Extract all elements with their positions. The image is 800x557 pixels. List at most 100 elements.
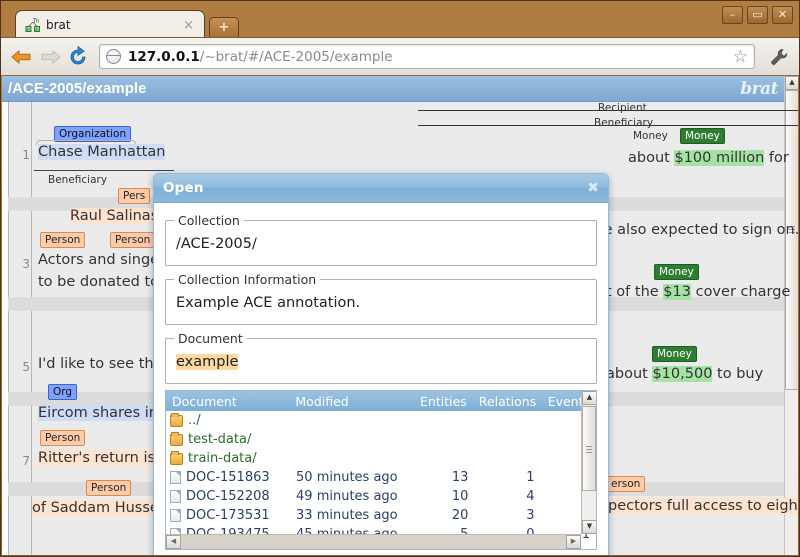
wrench-menu-icon[interactable] [767, 45, 791, 69]
prefix-text: about [606, 366, 648, 382]
cell-document: DOC-151863 [186, 470, 270, 485]
dialog-body: Collection /ACE-2005/ Collection Informa… [154, 203, 608, 550]
table-body: ../ test-data/ train-data/ DOC-151863 50… [166, 411, 596, 544]
url-bar[interactable]: 127.0.0.1/~brat/#/ACE-2005/example ☆ [99, 44, 755, 69]
tab-title: brat [46, 18, 71, 32]
suffix-text: for [768, 150, 789, 166]
arc-label-beneficiary[interactable]: Beneficiary [594, 117, 653, 129]
table-row[interactable]: ../ [166, 411, 596, 430]
column-header-modified[interactable]: Modified [289, 394, 412, 409]
table-scroll-up-button[interactable]: ▲ [582, 391, 596, 405]
collection-legend: Collection [178, 213, 240, 228]
column-header-document[interactable]: Document [166, 394, 289, 409]
table-row[interactable]: DOC-173531 33 minutes ago 20 3 4 [166, 506, 596, 525]
document-table[interactable]: Document Modified Entities Relations Eve… [165, 390, 597, 550]
browser-window: – ▭ ✕ Th n e brat × + 127.0.0.1/~brat/#/… [0, 0, 800, 557]
url-path: /~brat/#/ACE-2005/example [199, 48, 393, 65]
arc-label-money[interactable]: Money [633, 130, 668, 142]
collection-information-fieldset: Collection Information Example ACE annot… [165, 272, 597, 325]
table-scroll-left-button[interactable]: ◀ [166, 535, 181, 549]
entity-label-money[interactable]: Money [654, 264, 699, 280]
sentence-text: Eircom shares in t [38, 405, 169, 421]
sentence-text: Raul Salinas [70, 208, 159, 224]
table-scroll-right-button[interactable]: ▶ [566, 535, 581, 549]
page-scrollbar[interactable]: ▲ [784, 76, 798, 555]
entity-label-org[interactable]: Org [48, 384, 78, 400]
file-icon [170, 509, 181, 522]
tab-brat[interactable]: Th n e brat × [15, 10, 205, 39]
cell-modified: 33 minutes ago [296, 508, 398, 523]
url-text: 127.0.0.1/~brat/#/ACE-2005/example [128, 49, 393, 65]
dialog-title: Open [163, 180, 204, 196]
suffix-text: cover charge [695, 284, 791, 300]
open-dialog: Open ✖ Collection /ACE-2005/ Collection … [153, 173, 609, 555]
page-scroll-up-button[interactable]: ▲ [785, 76, 798, 90]
entity-label-person[interactable]: Person [110, 232, 156, 248]
cell-relations: 4 [526, 489, 535, 504]
reload-icon[interactable] [65, 44, 91, 70]
folder-icon [170, 451, 183, 465]
brat-logo: brat [740, 78, 778, 99]
collection-information-value: Example ACE annotation. [176, 295, 361, 311]
table-scroll-down-button[interactable]: ▼ [582, 520, 596, 534]
cell-modified: 50 minutes ago [296, 470, 398, 485]
table-vertical-scrollbar[interactable]: ▲ ▼ [581, 391, 596, 534]
money-span: $100 million [674, 150, 765, 166]
collection-fieldset: Collection /ACE-2005/ [165, 213, 597, 266]
sentence-text: about $100 million for [628, 150, 789, 166]
navigation-bar: 127.0.0.1/~brat/#/ACE-2005/example ☆ [1, 37, 799, 76]
table-header-row: Document Modified Entities Relations Eve… [166, 391, 596, 411]
entity-label-money[interactable]: Money [680, 128, 725, 144]
sentence-text: to be donated to s [38, 274, 172, 290]
document-value: example [174, 350, 588, 376]
table-row[interactable]: test-data/ [166, 430, 596, 449]
table-row[interactable]: DOC-152208 49 minutes ago 10 4 2 [166, 487, 596, 506]
cell-modified: 49 minutes ago [296, 489, 398, 504]
cell-document: train-data/ [188, 451, 257, 466]
row-number: 1 [22, 148, 30, 162]
entity-label-person[interactable]: Person [40, 232, 86, 248]
table-scroll-grip-icon [586, 446, 592, 455]
entity-label-person[interactable]: Person [40, 430, 86, 446]
arc-label-beneficiary[interactable]: Beneficiary [48, 174, 107, 186]
entity-label-money[interactable]: Money [652, 346, 697, 362]
cell-entities: 10 [451, 489, 469, 504]
entity-label-person[interactable]: Pers [118, 188, 151, 204]
table-row[interactable]: train-data/ [166, 449, 596, 468]
table-row[interactable]: DOC-151863 50 minutes ago 13 1 3 [166, 468, 596, 487]
document-selected-name[interactable]: example [176, 354, 239, 370]
dialog-titlebar[interactable]: Open ✖ [154, 174, 608, 203]
column-header-relations[interactable]: Relations [473, 394, 541, 409]
column-header-entities[interactable]: Entities [413, 394, 473, 409]
cell-document: test-data/ [188, 432, 252, 447]
row-number: 7 [22, 454, 30, 468]
bookmark-star-icon[interactable]: ☆ [727, 47, 748, 67]
cell-relations: 1 [526, 470, 535, 485]
url-host: 127.0.0.1 [128, 48, 200, 65]
collection-path-label: /ACE-2005/example [8, 80, 147, 97]
table-horizontal-scrollbar[interactable]: ◀ ▶ [166, 534, 581, 549]
cell-relations: 3 [526, 508, 535, 523]
collection-information-legend: Collection Information [178, 272, 317, 287]
arc-label-recipient[interactable]: Recipient [598, 102, 647, 114]
dialog-close-icon[interactable]: ✖ [587, 180, 599, 196]
suffix-text: to buy [717, 366, 764, 382]
sentence-text: about $10,500 to buy [606, 366, 763, 382]
sentence-text: t of the $13 cover charge [606, 284, 790, 300]
arc-line [34, 170, 174, 171]
new-tab-button[interactable]: + [209, 17, 239, 39]
entity-label-person[interactable]: Person [86, 480, 132, 496]
svg-text:Th: Th [32, 19, 39, 25]
page-scroll-thumb[interactable] [785, 90, 798, 390]
tab-strip: Th n e brat × + [1, 1, 799, 39]
sentence-text: pectors full access to eight [608, 498, 798, 514]
page-content: /ACE-2005/example brat ▲ 1 Organization … [2, 76, 798, 555]
tab-close-icon[interactable]: × [179, 18, 198, 33]
cell-entities: 20 [451, 508, 469, 523]
entity-label-person[interactable]: erson [606, 476, 646, 492]
back-arrow-icon[interactable] [9, 44, 35, 70]
sentence-text: Ritter's return is s [38, 450, 168, 466]
document-legend: Document [178, 331, 243, 346]
prefix-text: about [628, 150, 670, 166]
site-globe-icon [105, 49, 121, 64]
